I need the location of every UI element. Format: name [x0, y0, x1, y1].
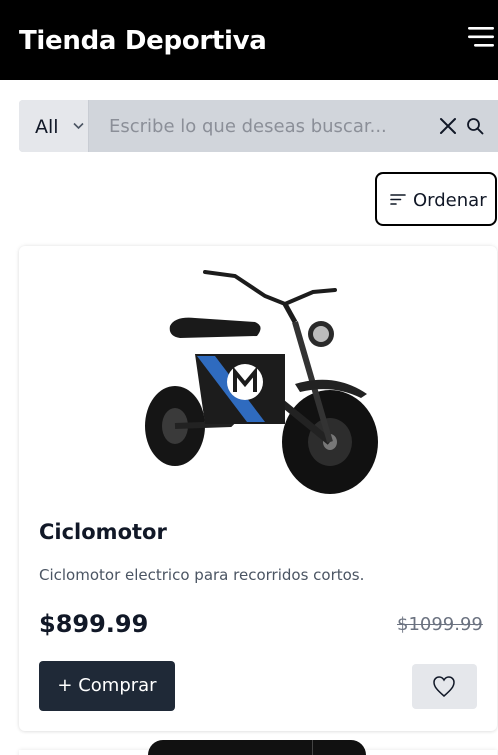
product-name[interactable]: Ciclomotor: [39, 520, 167, 544]
search-icon: [467, 118, 484, 135]
favorite-button[interactable]: [412, 664, 477, 709]
category-select[interactable]: All: [19, 100, 89, 152]
floating-bar-divider: [312, 740, 313, 755]
brand-title[interactable]: Tienda Deportiva: [19, 26, 267, 56]
sort-button[interactable]: Ordenar: [375, 172, 497, 226]
chevron-down-icon: [73, 122, 84, 130]
product-description: Ciclomotor electrico para recorridos cor…: [39, 566, 365, 584]
hamburger-menu-icon: [468, 27, 494, 47]
search-input[interactable]: [109, 100, 439, 152]
product-price: $899.99: [39, 610, 149, 638]
product-old-price: $1099.99: [397, 614, 483, 635]
sort-button-label: Ordenar: [413, 190, 487, 211]
close-icon: [440, 118, 456, 134]
floating-action-bar[interactable]: [148, 740, 366, 755]
category-select-value: All: [35, 116, 59, 138]
top-header: Tienda Deportiva: [0, 0, 498, 80]
sort-lines-icon: [390, 194, 406, 205]
hamburger-menu-button[interactable]: [468, 26, 494, 48]
buy-button-label: + Comprar: [57, 675, 157, 696]
search-button[interactable]: [466, 117, 484, 135]
buy-button[interactable]: + Comprar: [39, 661, 175, 711]
product-card: Ciclomotor Ciclomotor electrico para rec…: [19, 246, 497, 731]
search-bar: All: [19, 100, 498, 152]
clear-search-button[interactable]: [439, 117, 457, 135]
electric-mini-bike-image[interactable]: [135, 264, 385, 509]
heart-outline-icon: [433, 676, 455, 697]
